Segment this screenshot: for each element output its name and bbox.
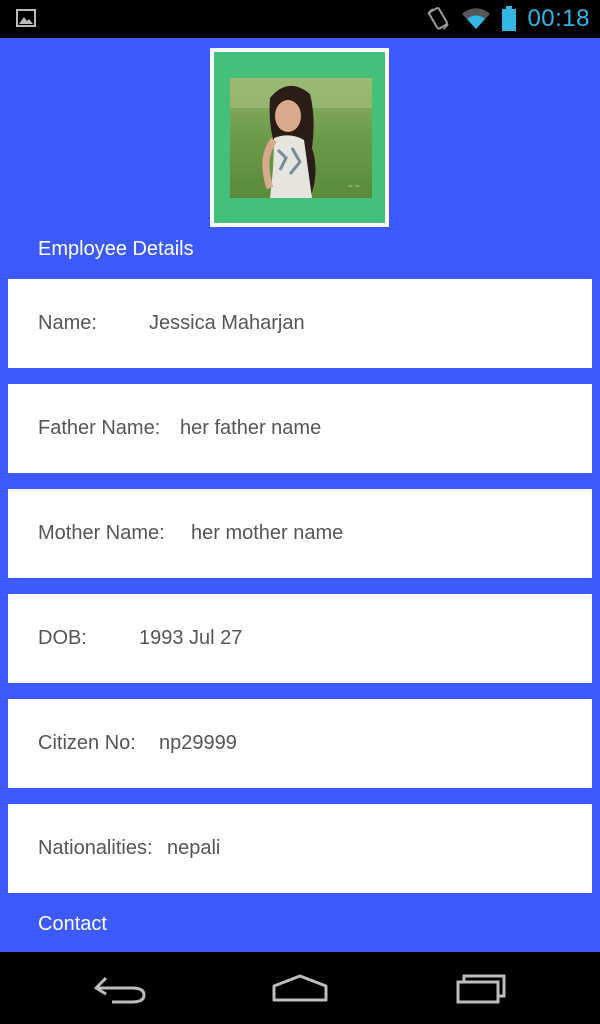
rotation-lock-icon bbox=[427, 7, 450, 30]
wifi-icon bbox=[462, 8, 491, 30]
field-value: np29999 bbox=[159, 732, 237, 754]
back-icon[interactable] bbox=[88, 968, 152, 1008]
home-icon[interactable] bbox=[268, 968, 332, 1008]
field-value: her father name bbox=[180, 417, 322, 439]
field-value: Jessica Maharjan bbox=[149, 312, 305, 334]
field-label: Nationalities: bbox=[38, 837, 153, 859]
field-card-dob: DOB: 1993 Jul 27 bbox=[8, 594, 592, 683]
svg-text:~ ~: ~ ~ bbox=[348, 183, 360, 190]
field-value: her mother name bbox=[191, 522, 344, 544]
gallery-icon bbox=[16, 9, 36, 27]
section-title-employee-details: Employee Details bbox=[38, 238, 194, 260]
section-title-contact: Contact bbox=[38, 913, 107, 935]
field-label: Father Name: bbox=[38, 417, 161, 439]
status-clock: 00:18 bbox=[527, 5, 590, 32]
profile-photo-frame: ~ ~ bbox=[210, 48, 389, 227]
profile-photo[interactable]: ~ ~ bbox=[230, 78, 372, 198]
field-card-citizen-no: Citizen No: np29999 bbox=[8, 699, 592, 788]
field-value: nepali bbox=[167, 837, 221, 859]
field-label: DOB: bbox=[38, 627, 87, 649]
field-value: 1993 Jul 27 bbox=[139, 627, 243, 649]
field-label: Citizen No: bbox=[38, 732, 136, 754]
field-card-father-name: Father Name: her father name bbox=[8, 384, 592, 473]
status-bar: 00:18 bbox=[0, 0, 600, 38]
field-card-name: Name: Jessica Maharjan bbox=[8, 279, 592, 368]
field-card-mother-name: Mother Name: her mother name bbox=[8, 489, 592, 578]
battery-icon bbox=[502, 6, 517, 31]
field-card-nationalities: Nationalities: nepali bbox=[8, 804, 592, 893]
field-label: Name: bbox=[38, 312, 97, 334]
employee-details-screen: ~ ~ Employee Details Name: Jessica Mahar… bbox=[0, 38, 600, 952]
navigation-bar bbox=[0, 952, 600, 1024]
field-label: Mother Name: bbox=[38, 522, 165, 544]
recents-icon[interactable] bbox=[450, 968, 514, 1008]
